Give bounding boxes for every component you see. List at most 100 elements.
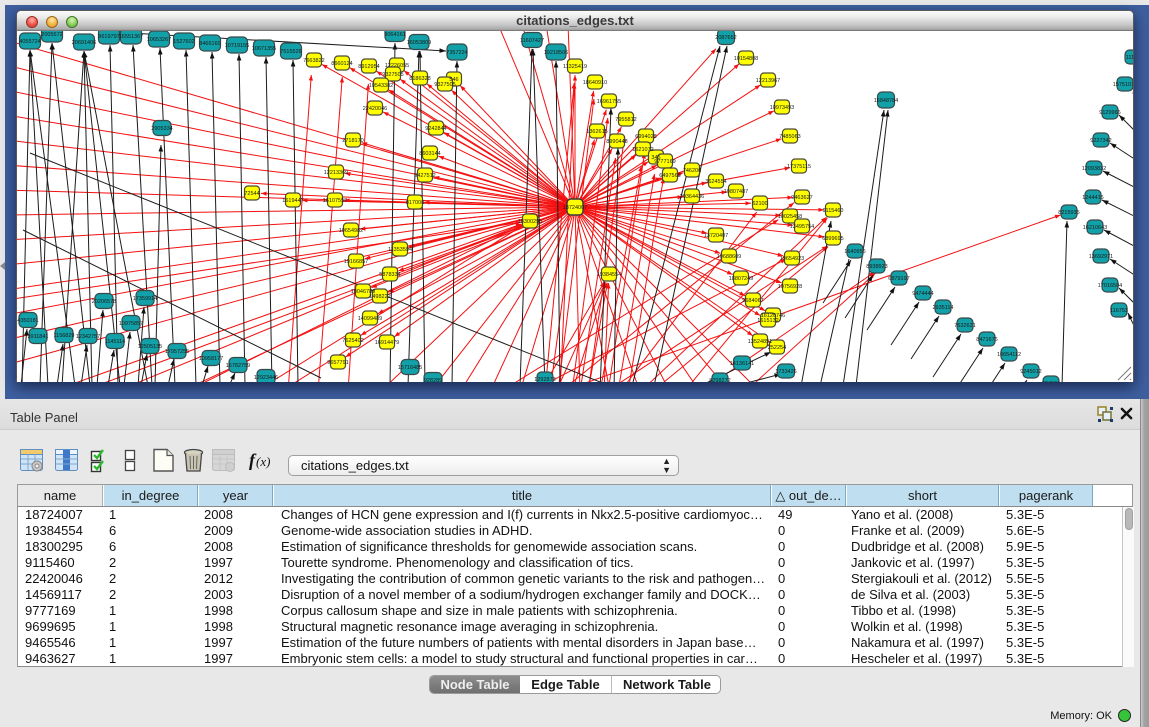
svg-text:8990448: 8990448 xyxy=(606,139,627,145)
svg-text:9227342: 9227342 xyxy=(1090,138,1111,144)
svg-text:18300295: 18300295 xyxy=(518,219,542,225)
svg-text:10654112: 10654112 xyxy=(997,352,1021,358)
svg-text:62100: 62100 xyxy=(752,201,767,207)
svg-text:16551367: 16551367 xyxy=(119,34,143,40)
svg-text:2087652: 2087652 xyxy=(715,35,736,41)
svg-text:72544: 72544 xyxy=(244,191,259,197)
svg-text:9463627: 9463627 xyxy=(791,195,812,201)
svg-text:924501: 924501 xyxy=(1042,381,1060,382)
svg-text:746206: 746206 xyxy=(683,168,701,174)
svg-text:16961755: 16961755 xyxy=(597,99,621,105)
svg-text:18640910: 18640910 xyxy=(583,80,607,86)
svg-text:6497568: 6497568 xyxy=(659,173,680,179)
svg-text:1640956: 1640956 xyxy=(844,249,865,255)
svg-text:12505135: 12505135 xyxy=(138,344,162,350)
svg-text:16848784: 16848784 xyxy=(874,98,898,104)
svg-text:13495754: 13495754 xyxy=(790,224,814,230)
svg-text:20691406: 20691406 xyxy=(72,40,96,46)
svg-text:16053809: 16053809 xyxy=(407,40,431,46)
svg-text:817008: 817008 xyxy=(406,200,424,206)
svg-text:20206578: 20206578 xyxy=(92,299,116,305)
svg-text:10719155: 10719155 xyxy=(225,43,249,49)
svg-text:17375115: 17375115 xyxy=(787,164,811,170)
svg-text:8215935: 8215935 xyxy=(1058,210,1079,216)
svg-text:11353594: 11353594 xyxy=(388,247,412,253)
svg-text:2935114: 2935114 xyxy=(932,305,953,311)
svg-text:9242844: 9242844 xyxy=(425,126,446,132)
svg-text:17957255: 17957255 xyxy=(165,349,189,355)
svg-text:10807487: 10807487 xyxy=(724,189,748,195)
svg-text:19166857: 19166857 xyxy=(344,259,368,265)
svg-text:1244415: 1244415 xyxy=(1082,195,1103,201)
svg-text:14136141: 14136141 xyxy=(730,361,754,367)
svg-text:1156829: 1156829 xyxy=(53,333,74,339)
svg-text:9115460: 9115460 xyxy=(822,208,843,214)
svg-text:8912954: 8912954 xyxy=(358,64,379,70)
svg-text:8938923: 8938923 xyxy=(866,264,887,270)
svg-text:6879197: 6879197 xyxy=(888,276,909,282)
svg-text:16914479: 16914479 xyxy=(375,340,399,346)
svg-text:12923446: 12923446 xyxy=(254,375,278,381)
svg-text:17359914: 17359914 xyxy=(133,296,157,302)
svg-text:8471676: 8471676 xyxy=(976,337,997,343)
svg-text:116753: 116753 xyxy=(1110,308,1128,314)
svg-text:12226055: 12226055 xyxy=(385,63,409,69)
svg-text:5878334: 5878334 xyxy=(379,272,400,278)
svg-text:8466160: 8466160 xyxy=(199,41,220,47)
svg-text:1733426: 1733426 xyxy=(775,369,796,375)
svg-text:9427512: 9427512 xyxy=(414,173,435,179)
svg-text:1527602: 1527602 xyxy=(173,39,194,45)
svg-text:1619447: 1619447 xyxy=(282,198,303,204)
svg-text:11123: 11123 xyxy=(1126,55,1133,61)
svg-text:14099489: 14099489 xyxy=(358,316,382,322)
svg-text:20364436: 20364436 xyxy=(680,194,704,200)
svg-text:19384554: 19384554 xyxy=(597,272,621,278)
svg-text:6899695: 6899695 xyxy=(822,236,843,242)
svg-text:13720407: 13720407 xyxy=(704,233,728,239)
svg-text:252254: 252254 xyxy=(768,345,786,351)
svg-text:11325419: 11325419 xyxy=(563,64,587,70)
svg-text:22420046: 22420046 xyxy=(363,106,387,112)
svg-text:15751074: 15751074 xyxy=(1113,82,1133,88)
svg-text:10756928: 10756928 xyxy=(778,284,802,290)
svg-text:3624554: 3624554 xyxy=(705,179,726,185)
svg-text:7632621: 7632621 xyxy=(954,323,975,329)
svg-text:9777169: 9777169 xyxy=(654,159,675,165)
svg-text:12093832: 12093832 xyxy=(1082,166,1106,172)
svg-text:4350181: 4350181 xyxy=(17,318,38,324)
svg-text:13692971: 13692971 xyxy=(1089,254,1113,260)
svg-text:10653267: 10653267 xyxy=(147,37,171,43)
svg-text:12213967: 12213967 xyxy=(756,78,780,84)
svg-text:8603144: 8603144 xyxy=(419,151,440,157)
svg-text:12342757: 12342757 xyxy=(76,334,100,340)
svg-text:19218506: 19218506 xyxy=(544,50,568,56)
svg-text:7515526: 7515526 xyxy=(280,49,301,55)
svg-text:3911841: 3911841 xyxy=(27,334,48,340)
svg-text:11607427: 11607427 xyxy=(520,38,544,44)
svg-text:15716485: 15716485 xyxy=(398,365,422,371)
svg-text:8298272: 8298272 xyxy=(709,378,730,382)
svg-text:1362615: 1362615 xyxy=(586,129,607,135)
svg-text:2718170: 2718170 xyxy=(342,138,363,144)
svg-text:10025458: 10025458 xyxy=(778,214,802,220)
svg-text:10688609: 10688609 xyxy=(717,254,741,260)
svg-text:8660124: 8660124 xyxy=(331,61,352,67)
svg-text:7357224: 7357224 xyxy=(446,50,467,56)
svg-text:7485063: 7485063 xyxy=(779,134,800,140)
svg-text:18724007: 18724007 xyxy=(563,205,587,211)
svg-text:1498222: 1498222 xyxy=(369,294,390,300)
svg-text:1145114: 1145114 xyxy=(105,339,126,345)
svg-text:16782759: 16782759 xyxy=(226,363,250,369)
svg-text:10671355: 10671355 xyxy=(252,46,276,52)
svg-text:9327505: 9327505 xyxy=(382,72,403,78)
svg-text:4055724: 4055724 xyxy=(19,39,40,45)
svg-text:9129966: 9129966 xyxy=(1099,110,1120,116)
svg-text:9245012: 9245012 xyxy=(1020,369,1041,375)
svg-text:16107553: 16107553 xyxy=(323,198,347,204)
svg-text:16210643: 16210643 xyxy=(1083,225,1107,231)
svg-text:9327505: 9327505 xyxy=(434,82,455,88)
svg-text:10154808: 10154808 xyxy=(734,56,758,62)
svg-text:7955812: 7955812 xyxy=(615,117,636,123)
svg-text:7663822: 7663822 xyxy=(303,58,324,64)
svg-text:1621072: 1621072 xyxy=(632,147,653,153)
